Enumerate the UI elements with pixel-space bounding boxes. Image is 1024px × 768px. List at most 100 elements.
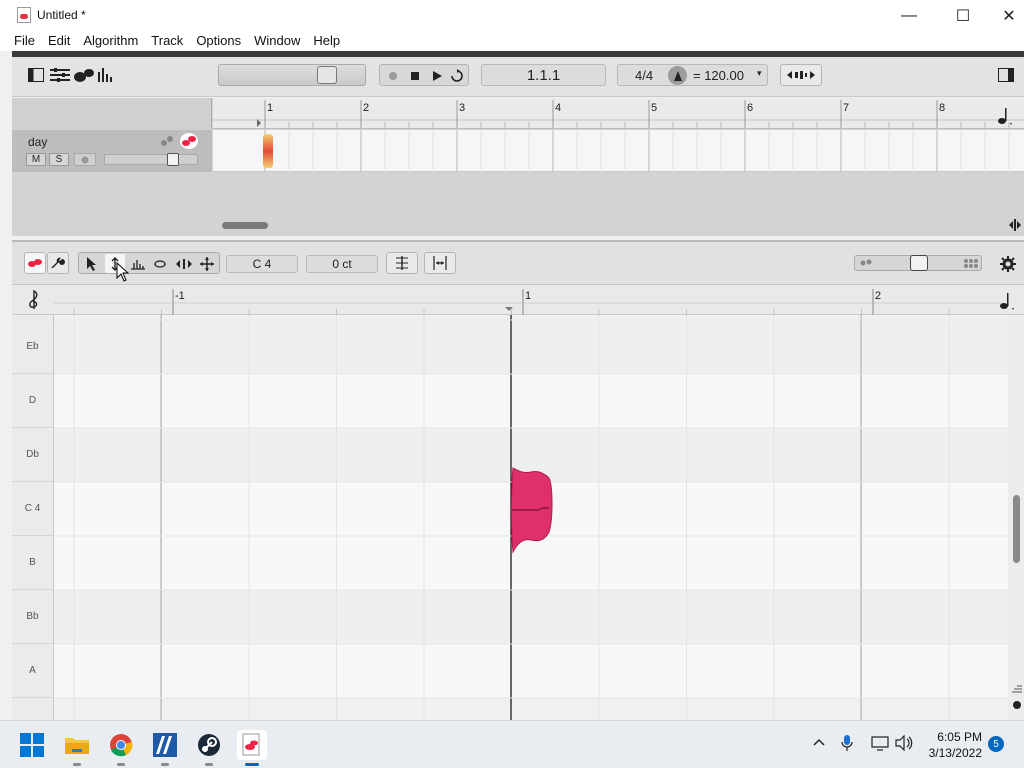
- note-editor-grid[interactable]: [54, 315, 1008, 720]
- minimize-button[interactable]: —: [886, 0, 932, 31]
- clock-date[interactable]: 3/13/2022: [918, 746, 982, 760]
- formant-tool-icon[interactable]: [150, 254, 170, 273]
- vertical-scrollbar[interactable]: [1008, 315, 1024, 720]
- treble-clef-icon[interactable]: [26, 289, 44, 311]
- menu-algorithm[interactable]: Algorithm: [77, 31, 144, 51]
- steam-button[interactable]: [194, 730, 224, 760]
- menu-options[interactable]: Options: [190, 31, 247, 51]
- editor-toolbar: C 4 0 ct: [12, 240, 1024, 285]
- small-blobs-icon: [860, 259, 872, 266]
- pitch-field[interactable]: C 4: [226, 255, 298, 273]
- microphone-icon[interactable]: [841, 735, 853, 754]
- melodyne-indicator: [245, 763, 259, 766]
- track-volume-slider[interactable]: [104, 153, 198, 166]
- position-display[interactable]: 1.1.1: [481, 64, 606, 86]
- track-zoom-icon[interactable]: [1008, 218, 1022, 232]
- track-volume-handle[interactable]: [167, 153, 179, 166]
- amplitude-tool-icon[interactable]: [128, 254, 148, 273]
- stripes-app-icon: [153, 733, 177, 757]
- melodyne-button[interactable]: [237, 730, 267, 760]
- taskbar: 6:05 PM 3/13/2022 5: [0, 720, 1024, 768]
- record-icon[interactable]: [384, 67, 402, 85]
- sidebar-toggle-icon[interactable]: [996, 66, 1016, 84]
- note-blob[interactable]: [509, 460, 557, 555]
- pitch-label-bb: Bb: [12, 590, 53, 644]
- editor-note-length-icon[interactable]: [998, 291, 1016, 311]
- solo-button[interactable]: S: [49, 153, 69, 166]
- mixer-icon[interactable]: [49, 66, 71, 84]
- loop-icon[interactable]: [448, 67, 466, 85]
- track-blobs-icon[interactable]: [180, 133, 198, 149]
- settings-gear-icon[interactable]: [998, 255, 1018, 273]
- app-button-m[interactable]: [150, 730, 180, 760]
- clock-time[interactable]: 6:05 PM: [918, 730, 982, 744]
- metronome-icon[interactable]: [668, 66, 687, 85]
- menu-file[interactable]: File: [8, 31, 41, 51]
- ruler-bar-label: 1: [267, 102, 273, 114]
- steam-icon: [198, 734, 220, 756]
- menu-track[interactable]: Track: [145, 31, 189, 51]
- start-button[interactable]: [17, 730, 47, 760]
- quantize-time-icon: [433, 256, 447, 270]
- network-icon[interactable]: [871, 735, 889, 754]
- menu-edit[interactable]: Edit: [42, 31, 76, 51]
- transport-group: [379, 64, 469, 86]
- quantize-pitch-button[interactable]: [386, 252, 418, 274]
- quantize-time-button[interactable]: [424, 252, 456, 274]
- tempo-value[interactable]: = 120.00: [693, 68, 744, 83]
- pitch-ruler[interactable]: Eb D Db C 4 B Bb A: [12, 315, 54, 720]
- maximize-button[interactable]: ☐: [940, 0, 986, 31]
- menu-help[interactable]: Help: [307, 31, 346, 51]
- layout-panels-icon[interactable]: [27, 66, 45, 84]
- fit-horizontal-button[interactable]: [780, 64, 822, 86]
- blob-tool-button[interactable]: [24, 252, 46, 274]
- play-icon[interactable]: [428, 67, 446, 85]
- track-scrollbar-thumb[interactable]: [222, 222, 268, 229]
- track-header[interactable]: day M S: [12, 130, 212, 172]
- vertical-scrollbar-thumb[interactable]: [1013, 495, 1020, 563]
- move-tool-icon[interactable]: [197, 254, 217, 273]
- ruler-bar-label: 6: [747, 102, 753, 114]
- file-explorer-button[interactable]: [62, 730, 92, 760]
- pitch-label-eb: Eb: [12, 320, 53, 374]
- arrangement-ruler-graphic: 1 2 3 4 5 6 7 8: [213, 100, 1024, 128]
- cents-field[interactable]: 0 ct: [306, 255, 378, 273]
- spectrum-icon[interactable]: [96, 66, 116, 84]
- large-blobs-icon: [964, 259, 978, 268]
- mute-button[interactable]: M: [26, 153, 46, 166]
- arrangement-ruler[interactable]: 1 2 3 4 5 6 7 8: [213, 98, 1024, 129]
- editor-ruler[interactable]: -1 1 2: [12, 285, 1024, 315]
- blob-size-handle[interactable]: [910, 255, 928, 271]
- menu-bar: File Edit Algorithm Track Options Window…: [0, 31, 1024, 51]
- volume-icon[interactable]: [895, 734, 913, 754]
- audio-clip[interactable]: [263, 134, 273, 168]
- chrome-indicator: [117, 763, 125, 766]
- track-lane[interactable]: [213, 130, 1024, 172]
- menu-window[interactable]: Window: [248, 31, 306, 51]
- pitch-label-b: B: [12, 536, 53, 590]
- blobs-view-icon[interactable]: [73, 66, 95, 84]
- close-button[interactable]: ✕: [986, 0, 1024, 31]
- tray-chevron-icon[interactable]: [812, 735, 826, 752]
- zoom-dot-icon[interactable]: [1013, 701, 1021, 709]
- select-arrow-icon[interactable]: [82, 254, 102, 273]
- track-link-icon[interactable]: [160, 135, 174, 147]
- notification-badge[interactable]: 5: [988, 736, 1004, 752]
- pitch-label-a: A: [12, 644, 53, 698]
- chrome-button[interactable]: [106, 730, 136, 760]
- blob-size-slider[interactable]: [854, 255, 982, 271]
- track-name[interactable]: day: [28, 135, 47, 149]
- ruler-bar-label: 5: [651, 102, 657, 114]
- time-signature[interactable]: 4/4: [635, 68, 653, 83]
- mouse-cursor-icon: [116, 261, 130, 282]
- volume-slider[interactable]: [218, 64, 366, 86]
- pitch-label-c4: C 4: [12, 482, 53, 536]
- stop-icon[interactable]: [406, 67, 424, 85]
- volume-slider-handle[interactable]: [317, 66, 337, 84]
- zoom-in-icon[interactable]: [1011, 682, 1023, 694]
- track-record-button[interactable]: [74, 153, 96, 166]
- tempo-dropdown-icon[interactable]: ▾: [757, 68, 762, 79]
- note-length-icon[interactable]: [996, 106, 1014, 126]
- time-tool-icon[interactable]: [173, 254, 195, 273]
- wrench-tool-button[interactable]: [47, 252, 69, 274]
